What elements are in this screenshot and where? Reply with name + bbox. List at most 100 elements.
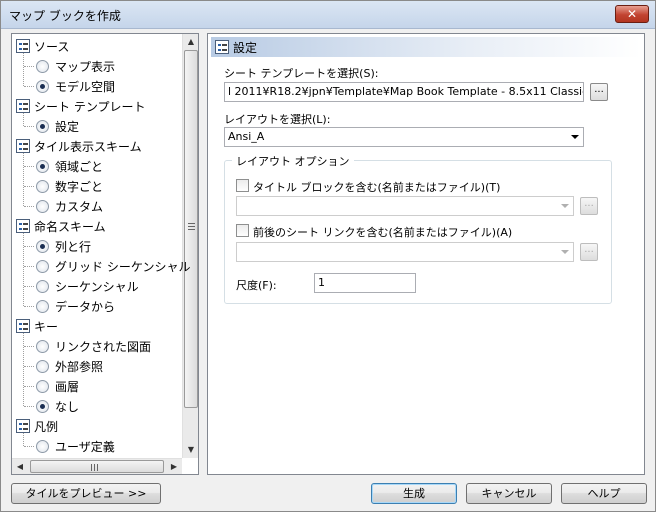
cancel-button[interactable]: キャンセル [466, 483, 552, 504]
tree-item-label: 設定 [55, 119, 80, 134]
preview-tiles-button[interactable]: タイルをプレビュー >> [11, 483, 161, 504]
radio-unselected-icon[interactable] [36, 379, 49, 393]
tree-category[interactable]: タイル表示スキーム [16, 136, 142, 156]
template-browse-button[interactable]: ... [590, 83, 608, 101]
tree-item-label: リンクされた図面 [55, 339, 152, 354]
scroll-right-arrow-icon[interactable]: ▶ [166, 459, 182, 475]
sheet-link-label[interactable]: 前後のシート リンクを含む(名前またはファイル)(A) [253, 224, 512, 240]
tree-category[interactable]: シート テンプレート [16, 96, 145, 116]
tree-vertical-scrollbar[interactable]: ▲ ▼ [182, 34, 198, 458]
tree-item-label: 領域ごと [55, 159, 104, 174]
radio-selected-icon[interactable] [36, 159, 49, 173]
generate-button[interactable]: 生成 [371, 483, 457, 504]
tree-item-label: シート テンプレート [34, 99, 146, 114]
scroll-down-arrow-icon[interactable]: ▼ [183, 442, 199, 458]
tree-item-label: なし [55, 399, 80, 414]
title-block-select[interactable] [236, 196, 574, 216]
close-button[interactable]: ✕ [615, 5, 649, 23]
tree-option[interactable]: 領域ごと [36, 156, 103, 176]
settings-category-icon [215, 40, 229, 54]
settings-panel: 設定 シート テンプレートを選択(S): l 2011¥R18.2¥jpn¥Te… [207, 33, 645, 475]
chevron-down-icon [561, 250, 569, 254]
tree-option[interactable]: カスタム [36, 196, 103, 216]
tree-option[interactable]: グリッド シーケンシャル [36, 256, 190, 276]
tree-option[interactable]: 列と行 [36, 236, 91, 256]
category-icon [16, 99, 30, 113]
radio-unselected-icon[interactable] [36, 439, 49, 453]
radio-selected-icon[interactable] [36, 79, 49, 93]
category-icon [16, 139, 30, 153]
radio-unselected-icon[interactable] [36, 339, 49, 353]
layout-select[interactable]: Ansi_A [224, 127, 584, 147]
tree-option[interactable]: 数字ごと [36, 176, 103, 196]
scale-input[interactable]: 1 [314, 273, 416, 293]
tree-item-label: カスタム [55, 199, 104, 214]
tree-item-label: マップ表示 [55, 59, 116, 74]
tree-option[interactable]: モデル空間 [36, 76, 115, 96]
panel-header: 設定 [211, 37, 641, 57]
radio-unselected-icon[interactable] [36, 359, 49, 373]
tree-option[interactable]: ユーザ定義 [36, 436, 115, 456]
tree-option[interactable]: なし [36, 396, 79, 416]
layout-label: レイアウトを選択(L): [224, 113, 331, 126]
radio-selected-icon[interactable] [36, 239, 49, 253]
tree-item-label: ユーザ定義 [55, 439, 115, 454]
tree-item-label: 外部参照 [55, 359, 104, 374]
title-block-browse-button[interactable]: ... [580, 197, 598, 215]
scroll-up-arrow-icon[interactable]: ▲ [183, 34, 199, 50]
radio-selected-icon[interactable] [36, 399, 49, 413]
radio-unselected-icon[interactable] [36, 59, 49, 73]
tree-item-label: タイル表示スキーム [34, 139, 142, 154]
category-icon [16, 219, 30, 233]
scale-label: 尺度(F): [236, 279, 277, 292]
tree-option[interactable]: リンクされた図面 [36, 336, 151, 356]
template-path-field[interactable]: l 2011¥R18.2¥jpn¥Template¥Map Book Templ… [224, 82, 584, 102]
tree-item-label: 凡例 [34, 419, 59, 434]
tree-item-label: キー [34, 319, 59, 334]
template-label: シート テンプレートを選択(S): [224, 67, 379, 80]
map-book-dialog: マップ ブックを作成 ✕ ▲ ▼ ◀ ▶ ソース マップ表示 モデル空間 シート テン… [0, 0, 656, 512]
radio-unselected-icon[interactable] [36, 199, 49, 213]
sheet-link-checkbox[interactable] [236, 224, 249, 237]
scroll-left-arrow-icon[interactable]: ◀ [12, 459, 28, 475]
help-button[interactable]: ヘルプ [561, 483, 647, 504]
radio-unselected-icon[interactable] [36, 179, 49, 193]
category-icon [16, 319, 30, 333]
tree-item-label: シーケンシャル [55, 279, 139, 294]
sheet-link-select[interactable] [236, 242, 574, 262]
layout-options-title: レイアウト オプション [232, 153, 354, 169]
panel-header-label: 設定 [233, 40, 258, 55]
radio-unselected-icon[interactable] [36, 279, 49, 293]
title-block-label[interactable]: タイトル ブロックを含む(名前またはファイル)(T) [253, 179, 500, 195]
category-icon [16, 39, 30, 53]
tree-category[interactable]: 命名スキーム [16, 216, 106, 236]
tree-item-label: モデル空間 [55, 79, 116, 94]
tree-option[interactable]: 設定 [36, 116, 79, 136]
radio-unselected-icon[interactable] [36, 299, 49, 313]
tree-horizontal-scrollbar[interactable]: ◀ ▶ [12, 458, 182, 474]
window-title: マップ ブックを作成 [9, 9, 121, 23]
tree-item-label: 画層 [55, 379, 80, 394]
chevron-down-icon [561, 204, 569, 208]
vertical-scroll-thumb[interactable] [184, 50, 198, 408]
radio-unselected-icon[interactable] [36, 259, 49, 273]
tree-item-label: 命名スキーム [34, 219, 106, 234]
tree-item-label: データから [55, 299, 116, 314]
title-block-checkbox[interactable] [236, 179, 249, 192]
tree-item-label: グリッド シーケンシャル [55, 259, 191, 274]
tree-item-label: 列と行 [55, 239, 92, 254]
tree-option[interactable]: シーケンシャル [36, 276, 139, 296]
category-icon [16, 419, 30, 433]
radio-selected-icon[interactable] [36, 119, 49, 133]
tree-option[interactable]: 外部参照 [36, 356, 103, 376]
horizontal-scroll-thumb[interactable] [30, 460, 164, 473]
tree-category[interactable]: ソース [16, 36, 69, 56]
tree-option[interactable]: 画層 [36, 376, 79, 396]
layout-select-value: Ansi_A [228, 130, 265, 143]
tree-option[interactable]: マップ表示 [36, 56, 115, 76]
tree-item-label: 数字ごと [55, 179, 104, 194]
tree-option[interactable]: データから [36, 296, 115, 316]
title-bar: マップ ブックを作成 ✕ [1, 1, 655, 29]
sheet-link-browse-button[interactable]: ... [580, 243, 598, 261]
navigation-tree: ▲ ▼ ◀ ▶ ソースマップ表示モデル空間シート テンプレート設定タイル表示スキ… [11, 33, 199, 475]
